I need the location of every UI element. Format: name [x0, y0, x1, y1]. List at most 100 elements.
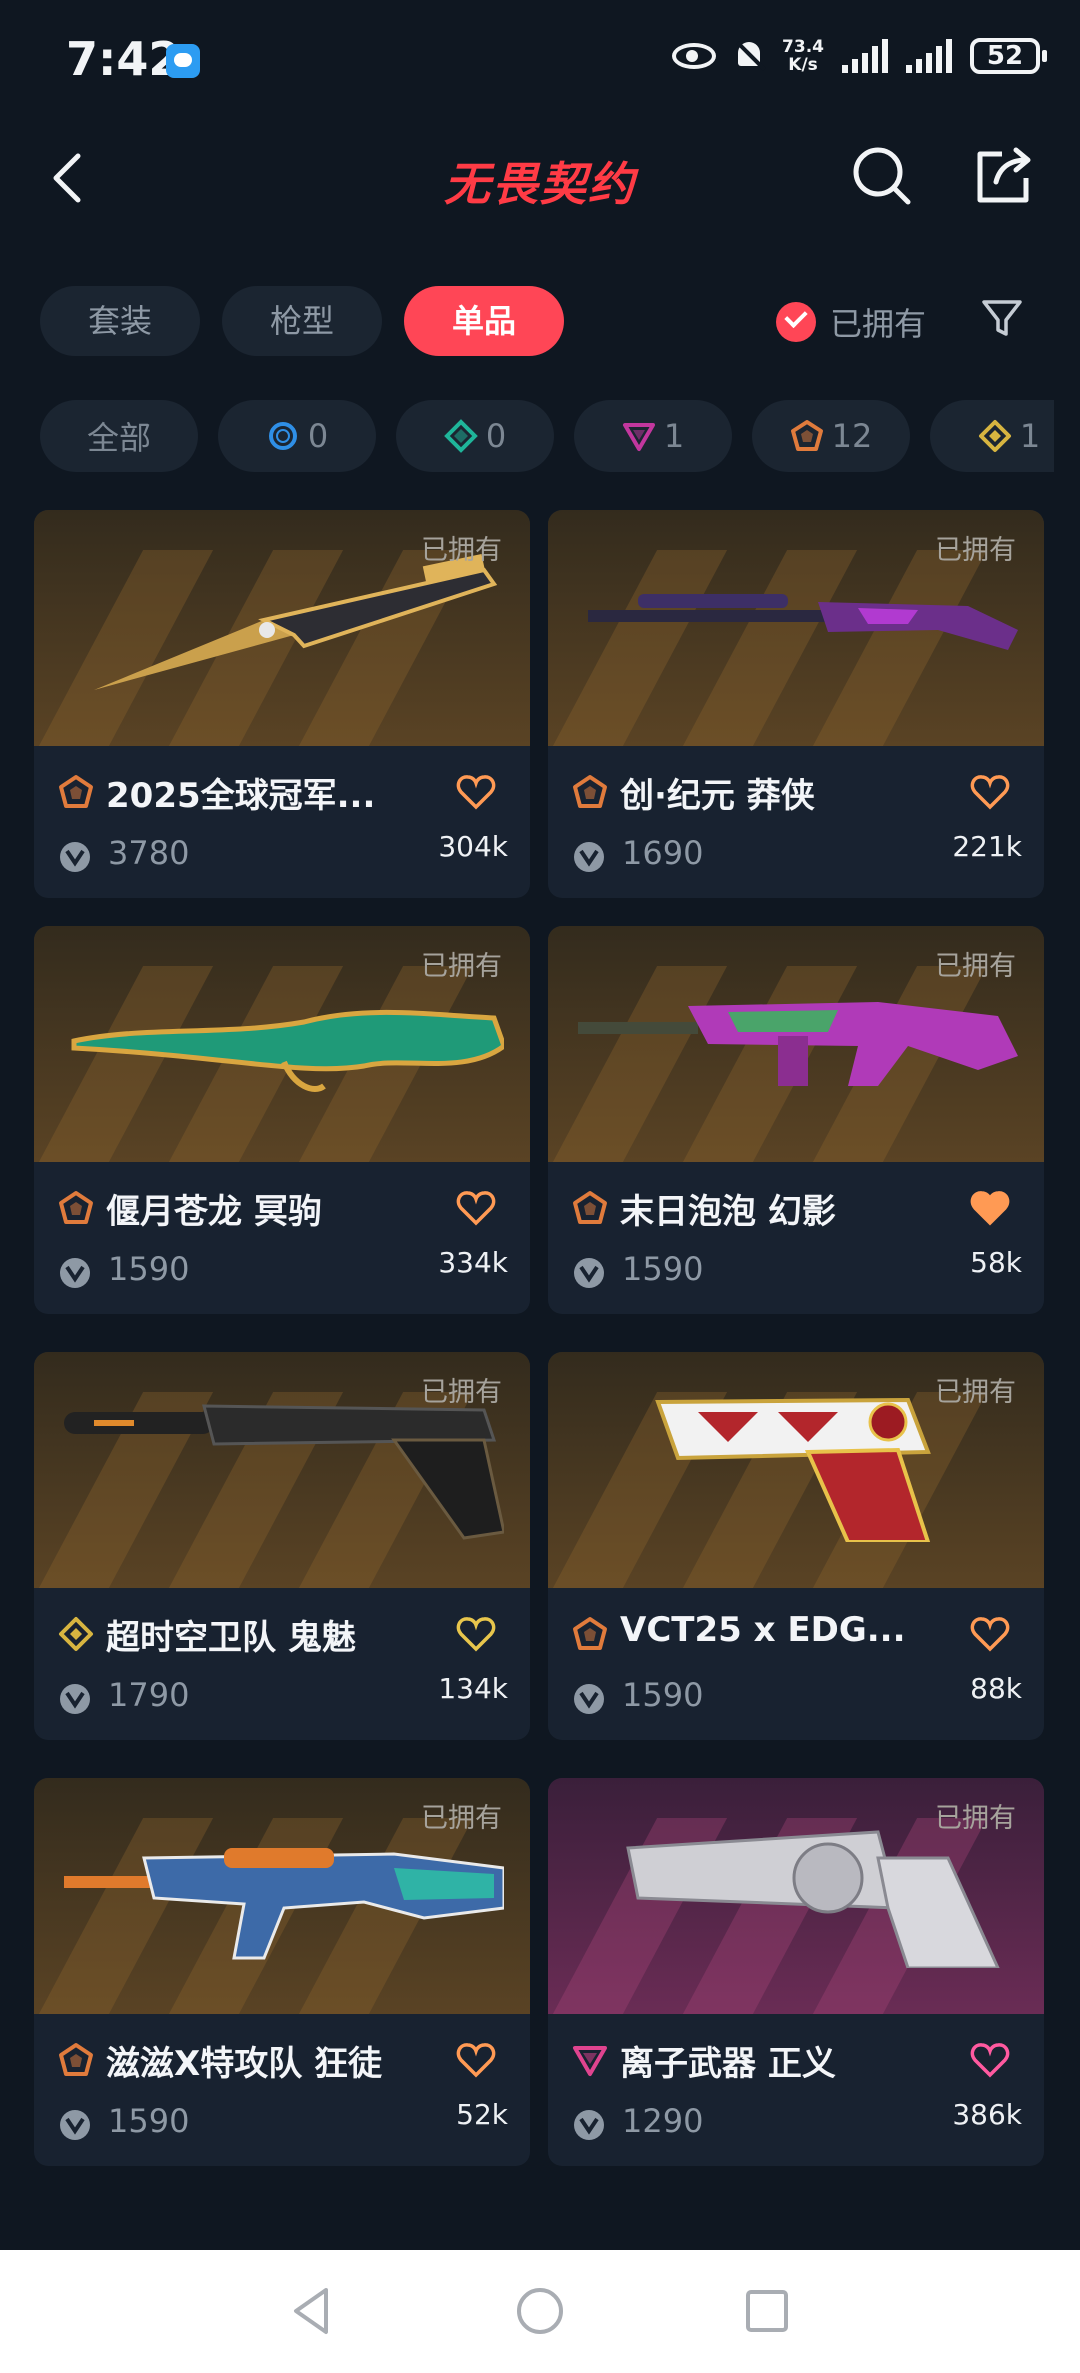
tab-bundles[interactable]: 套装 — [40, 286, 200, 356]
favorite-heart-filled-icon[interactable] — [970, 1190, 1010, 1226]
favorite-heart-icon[interactable] — [970, 2042, 1010, 2078]
tab-single-items[interactable]: 单品 — [404, 286, 564, 356]
nav-recents-icon[interactable] — [740, 2284, 794, 2338]
deluxe-tier-icon — [443, 419, 478, 453]
ultra-tier-icon — [573, 775, 607, 808]
revolver-image — [626, 1830, 1000, 1968]
rarity-chip-exclusive[interactable]: 1 — [930, 400, 1054, 472]
app-header: 无畏契约 — [0, 130, 1080, 230]
skin-price: 3780 — [108, 834, 190, 872]
ultra-tier-icon — [573, 1191, 607, 1224]
skin-price: 1590 — [622, 1250, 704, 1288]
ultra-tier-icon — [59, 1191, 93, 1224]
status-icons: 73.4 K/s 52 — [672, 37, 1047, 75]
ultra-tier-icon — [59, 775, 93, 808]
filter-funnel-icon[interactable] — [980, 296, 1024, 340]
ultra-tier-icon — [790, 420, 823, 451]
like-count: 334k — [438, 1246, 508, 1279]
valorant-points-icon — [574, 1684, 604, 1714]
skin-name: VCT25 x EDG... — [620, 1610, 906, 1650]
skin-card[interactable]: 已拥有 VCT25 x EDG... 1590 88k — [548, 1352, 1044, 1740]
pistol-image — [655, 1397, 931, 1542]
skin-name: 超时空卫队 鬼魅 — [106, 1618, 356, 1658]
signal-icon-2 — [906, 39, 952, 73]
rifle-image — [578, 1002, 1018, 1086]
favorite-heart-icon[interactable] — [970, 1616, 1010, 1652]
favorite-heart-icon[interactable] — [456, 1190, 496, 1226]
clock: 7:42 — [66, 32, 181, 86]
like-count: 304k — [438, 830, 508, 863]
rarity-chip-select[interactable]: 0 — [218, 400, 376, 472]
skin-artwork: 已拥有 — [34, 510, 530, 746]
skin-artwork: 已拥有 — [548, 1778, 1044, 2014]
valorant-points-icon — [60, 842, 90, 872]
skin-card[interactable]: 已拥有 创·纪元 莽侠 1690 221k — [548, 510, 1044, 898]
rarity-chip-all[interactable]: 全部 — [40, 400, 198, 472]
skin-card[interactable]: 已拥有 末日泡泡 幻影 1590 58k — [548, 926, 1044, 1314]
owned-filter-toggle[interactable]: 已拥有 — [776, 290, 926, 354]
like-count: 134k — [438, 1672, 508, 1705]
exclusive-tier-icon — [978, 420, 1011, 452]
network-speed-unit: K/s — [788, 55, 818, 75]
like-count: 52k — [456, 2098, 508, 2131]
network-speed-value: 73.4 — [782, 37, 824, 57]
favorite-heart-icon[interactable] — [456, 1616, 496, 1652]
skin-card[interactable]: 已拥有 离子武器 正义 1290 386k — [548, 1778, 1044, 2166]
tab-weapon-types[interactable]: 枪型 — [222, 286, 382, 356]
skin-price: 1590 — [108, 2102, 190, 2140]
nav-home-icon[interactable] — [513, 2284, 567, 2338]
nav-back-icon[interactable] — [286, 2284, 340, 2338]
sniper-rifle-image — [71, 1009, 504, 1092]
valorant-points-icon — [574, 842, 604, 872]
signal-icon-1 — [842, 39, 888, 73]
skin-price: 1790 — [108, 1676, 190, 1714]
skin-card[interactable]: 已拥有 2025全球冠军... 3780 304k — [34, 510, 530, 898]
owned-badge: 已拥有 — [935, 951, 1016, 982]
premium-tier-icon — [573, 2046, 607, 2076]
skin-card[interactable]: 已拥有 超时空卫队 鬼魅 1790 134k — [34, 1352, 530, 1740]
status-bar: 7:42 73.4 K/s 52 — [0, 0, 1080, 120]
favorite-heart-icon[interactable] — [456, 774, 496, 810]
favorite-heart-icon[interactable] — [456, 2042, 496, 2078]
owned-badge: 已拥有 — [935, 1377, 1016, 1408]
share-icon[interactable] — [972, 144, 1036, 208]
rarity-filter-bar: 全部 0 0 1 12 1 — [40, 400, 1054, 472]
skin-price: 1590 — [108, 1250, 190, 1288]
owned-badge: 已拥有 — [421, 535, 502, 566]
check-icon — [776, 302, 816, 342]
rarity-chip-count: 1 — [1019, 417, 1041, 455]
owned-badge: 已拥有 — [935, 1803, 1016, 1834]
pistol-image — [64, 1404, 504, 1540]
skin-price: 1690 — [622, 834, 704, 872]
search-icon[interactable] — [850, 144, 914, 208]
rifle-image — [64, 1848, 504, 1960]
skin-card[interactable]: 已拥有 滋滋X特攻队 狂徒 1590 52k — [34, 1778, 530, 2166]
skin-artwork: 已拥有 — [34, 1778, 530, 2014]
like-count: 88k — [970, 1672, 1022, 1705]
rarity-chip-premium[interactable]: 1 — [574, 400, 732, 472]
message-notification-icon — [166, 44, 200, 78]
skin-price: 1290 — [622, 2102, 704, 2140]
skin-name: 离子武器 正义 — [620, 2044, 836, 2084]
skin-artwork: 已拥有 — [548, 1352, 1044, 1588]
like-count: 386k — [952, 2098, 1022, 2131]
rarity-chip-deluxe[interactable]: 0 — [396, 400, 554, 472]
valorant-points-icon — [60, 2110, 90, 2140]
rarity-chip-count: 12 — [831, 417, 873, 455]
owned-badge: 已拥有 — [421, 1803, 502, 1834]
favorite-heart-icon[interactable] — [970, 774, 1010, 810]
like-count: 58k — [970, 1246, 1022, 1279]
premium-tier-icon — [622, 423, 655, 451]
skin-artwork: 已拥有 — [34, 926, 530, 1162]
skin-artwork: 已拥有 — [34, 1352, 530, 1588]
rarity-chip-count: 0 — [307, 417, 329, 455]
skin-name: 末日泡泡 幻影 — [620, 1192, 836, 1232]
skin-card[interactable]: 已拥有 偃月苍龙 冥驹 1590 334k — [34, 926, 530, 1314]
knife-weapon-image — [94, 553, 498, 690]
ultra-tier-icon — [59, 2043, 93, 2076]
rarity-chip-ultra[interactable]: 12 — [752, 400, 910, 472]
eye-icon — [672, 43, 717, 69]
owned-filter-label: 已拥有 — [830, 305, 927, 343]
rarity-chip-label: 全部 — [86, 419, 151, 457]
select-tier-icon — [268, 422, 297, 450]
